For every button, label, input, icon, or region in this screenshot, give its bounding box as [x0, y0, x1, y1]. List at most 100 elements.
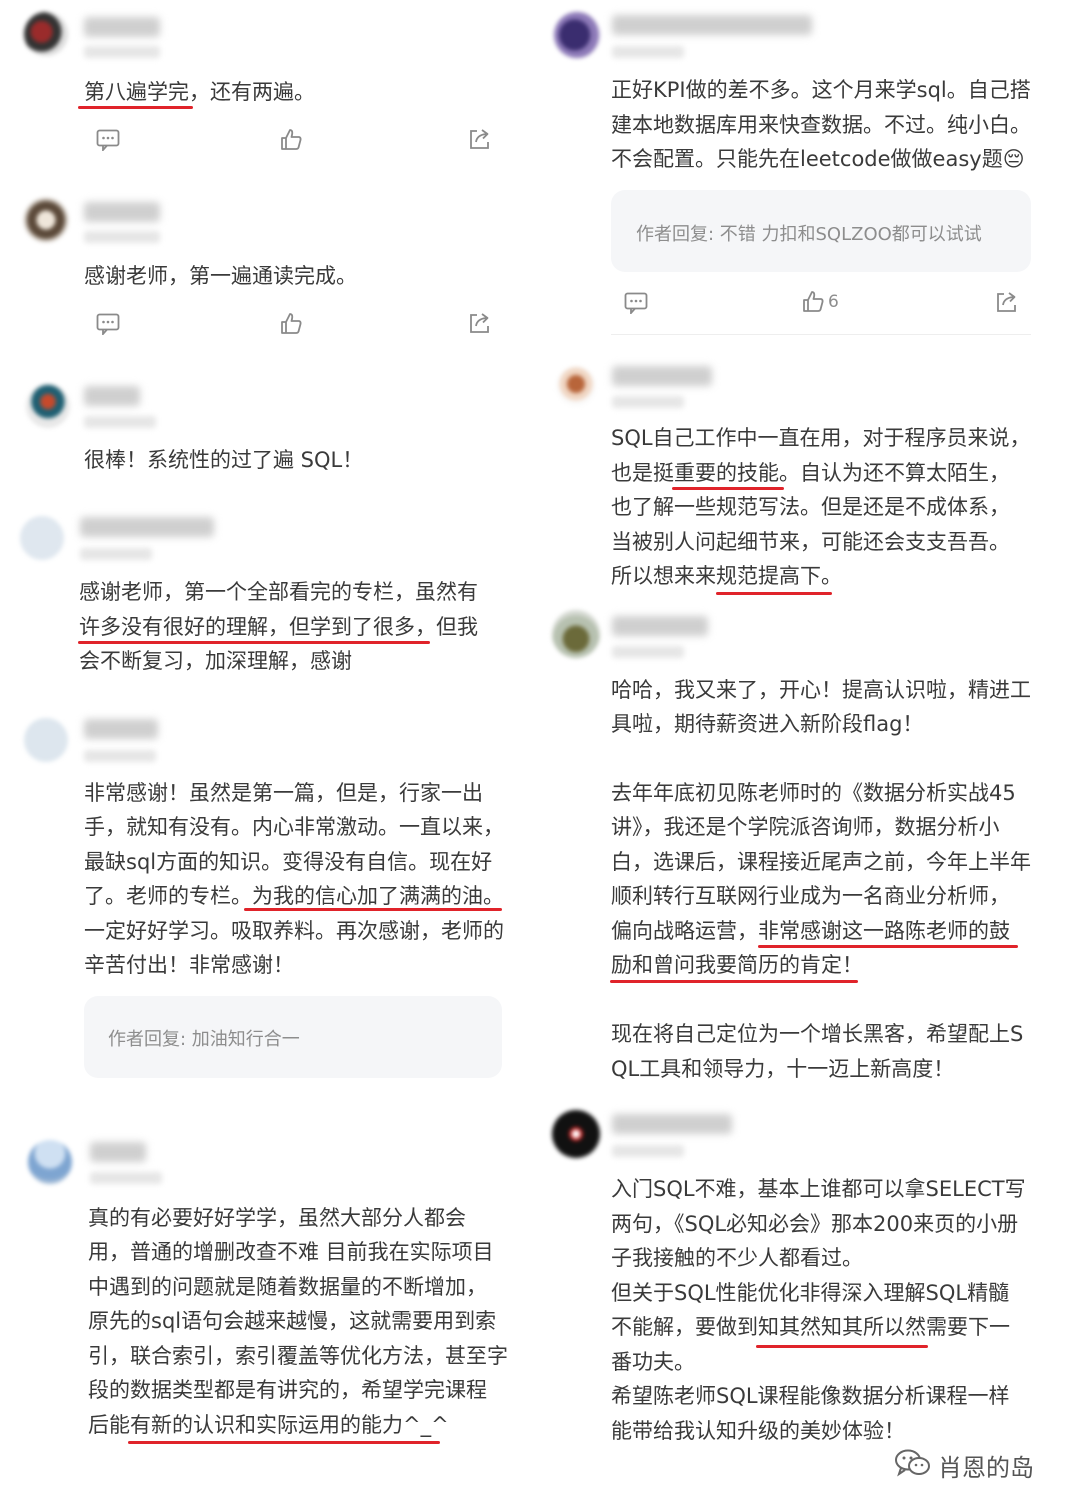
avatar[interactable] [28, 1140, 72, 1184]
highlight-underline [756, 1345, 928, 1348]
watermark-text: 肖恩的岛 [938, 1454, 1034, 1482]
commenter-name-blurred[interactable] [612, 366, 712, 386]
commenter-name-blurred[interactable] [80, 517, 214, 537]
comment-text-line: 感谢老师，第一遍通读完成。 [84, 264, 357, 288]
comment-text-line: 希望陈老师SQL课程能像数据分析课程一样 [611, 1384, 1010, 1408]
highlight-underline [244, 908, 502, 911]
commenter-name-blurred[interactable] [84, 386, 140, 406]
avatar[interactable] [24, 718, 68, 762]
comment-text-line: 真的有必要好好学学，虽然大部分人都会 [88, 1206, 466, 1230]
author-reply-box: 作者回复: 不错 力扣和SQLZOO都可以试试 [611, 190, 1031, 272]
commenter-name-blurred[interactable] [612, 15, 812, 35]
avatar[interactable] [556, 366, 596, 406]
comment-text-line: 子我接触的不少人都看过。 [611, 1246, 863, 1270]
comment-date-blurred [612, 46, 684, 58]
commenter-name-blurred[interactable] [612, 1114, 732, 1134]
comment-text-line: 辛苦付出！非常感谢！ [84, 953, 294, 977]
comment-text-line: 一定好好学习。吸取养料。再次感谢，老师的 [84, 919, 504, 943]
comment-text-line: 具啦，期待薪资进入新阶段flag！ [611, 712, 924, 736]
highlight-underline [78, 641, 430, 644]
comment-text-line: 中遇到的问题就是随着数据量的不断增加， [88, 1275, 487, 1299]
comment-text-line: 感谢老师，第一个全部看完的专栏，虽然有 [79, 580, 478, 604]
comment-date-blurred [612, 646, 684, 658]
avatar[interactable] [20, 516, 64, 560]
comment-text-line: 也了解一些规范写法。但是还是不成体系， [611, 495, 1010, 519]
comment-text-line: 不会配置。只能先在leetcode做做easy题😔 [611, 147, 1025, 171]
commenter-name-blurred[interactable] [84, 17, 160, 37]
comment-text-line: 非常感谢！虽然是第一篇，但是，行家一出 [84, 781, 483, 805]
comment-text-line: 第八遍学完，还有两遍。 [84, 80, 315, 104]
like-icon[interactable] [280, 312, 302, 334]
like-icon[interactable] [280, 128, 302, 150]
avatar[interactable] [26, 384, 70, 428]
commenter-name-blurred[interactable] [612, 616, 708, 636]
comment-text-line: 所以想来来规范提高下。 [611, 564, 842, 588]
highlight-underline [78, 106, 193, 109]
comment-icon[interactable] [96, 129, 120, 151]
author-reply-box: 作者回复: 加油知行合一 [84, 996, 502, 1078]
comment-text-line: 番功夫。 [611, 1350, 695, 1374]
comment-text-line: 但关于SQL性能优化非得深入理解SQL精髓 [611, 1281, 1010, 1305]
avatar[interactable] [554, 12, 600, 58]
comment-text-line: 顺利转行互联网行业成为一名商业分析师， [611, 884, 1010, 908]
comment-text-line: 能带给我认知升级的美妙体验！ [611, 1419, 905, 1443]
comment-text-line: 去年年底初见陈老师时的《数据分析实战45 [611, 781, 1016, 805]
comment-text-line: 励和曾问我要简历的肯定！ [611, 953, 863, 977]
comment-text-line: 不能解，要做到知其然知其所以然需要下一 [611, 1315, 1010, 1339]
commenter-name-blurred[interactable] [90, 1142, 146, 1162]
wechat-icon [895, 1449, 930, 1477]
comment-text-line: 偏向战略运营，非常感谢这一路陈老师的鼓 [611, 919, 1010, 943]
avatar[interactable] [552, 1110, 600, 1158]
avatar[interactable] [552, 610, 600, 658]
comment-date-blurred [90, 1172, 162, 1184]
comment-text-line: QL工具和领导力，十一迈上新高度！ [611, 1057, 955, 1081]
comment-text-line: 哈哈，我又来了，开心！提高认识啦，精进工 [611, 678, 1031, 702]
share-icon[interactable] [995, 291, 1018, 314]
comment-date-blurred [612, 1145, 684, 1157]
comment-date-blurred [84, 416, 156, 428]
comment-text-line: 最缺sql方面的知识。变得没有自信。现在好 [84, 850, 493, 874]
comment-text-line: 讲》，我还是个学院派咨询师，数据分析小 [611, 815, 1000, 839]
comment-text-line: 引，联合索引，索引覆盖等优化方法，甚至字 [88, 1344, 508, 1368]
comment-date-blurred [84, 750, 156, 762]
highlight-underline [716, 592, 832, 595]
comment-date-blurred [80, 548, 152, 560]
highlight-underline [128, 1441, 440, 1444]
comment-text-line: 用，普通的增删改查不难 目前我在实际项目 [88, 1240, 494, 1264]
comment-text-line: 白，选课后，课程接近尾声之前，今年上半年 [611, 850, 1031, 874]
comment-text-line: 段的数据类型都是有讲究的，希望学完课程 [88, 1378, 487, 1402]
divider [611, 334, 1031, 335]
comment-text-line: SQL自己工作中一直在用，对于程序员来说， [611, 426, 1031, 450]
comment-text-line: 正好KPI做的差不多。这个月来学sql。自己搭 [611, 78, 1031, 102]
comment-text-line: 现在将自己定位为一个增长黑客，希望配上S [611, 1022, 1024, 1046]
comment-icon[interactable] [96, 313, 120, 335]
comment-text-line: 也是挺重要的技能。自认为还不算太陌生， [611, 461, 1010, 485]
commenter-name-blurred[interactable] [84, 202, 160, 222]
author-reply-text: 作者回复: 加油知行合一 [108, 1029, 300, 1050]
like-count: 6 [828, 292, 839, 312]
share-icon[interactable] [468, 128, 491, 151]
comment-text-line: 两句，《SQL必知必会》那本200来页的小册 [611, 1212, 1019, 1236]
comment-date-blurred [84, 46, 160, 58]
comment-text-line: 原先的sql语句会越来越慢，这就需要用到索 [88, 1309, 497, 1333]
comment-text-line: 很棒！系统性的过了遍 SQL！ [84, 448, 364, 472]
comment-text-line: 入门SQL不难，基本上谁都可以拿SELECT写 [611, 1177, 1026, 1201]
comment-text-line: 建本地数据库用来快查数据。不过。纯小白。 [611, 113, 1031, 137]
comment-text-line: 后能有新的认识和实际运用的能力^_^ [88, 1413, 449, 1437]
comment-date-blurred [612, 396, 684, 408]
comment-text-line: 许多没有很好的理解，但学到了很多，但我 [79, 615, 478, 639]
comment-icon[interactable] [624, 292, 648, 314]
avatar[interactable] [24, 198, 68, 242]
highlight-underline [610, 980, 858, 983]
commenter-name-blurred[interactable] [84, 719, 158, 739]
comment-text-line: 会不断复习，加深理解，感谢 [79, 649, 352, 673]
share-icon[interactable] [468, 312, 491, 335]
like-icon[interactable] [802, 290, 824, 312]
comment-text-line: 手，就知有没有。内心非常激动。一直以来， [84, 815, 504, 839]
author-reply-text: 作者回复: 不错 力扣和SQLZOO都可以试试 [636, 224, 982, 245]
avatar[interactable] [24, 12, 68, 56]
comment-date-blurred [84, 231, 160, 243]
highlight-underline [672, 487, 784, 490]
comment-text-line: 当被别人问起细节来，可能还会支支吾吾。 [611, 530, 1010, 554]
highlight-underline [758, 945, 1018, 948]
